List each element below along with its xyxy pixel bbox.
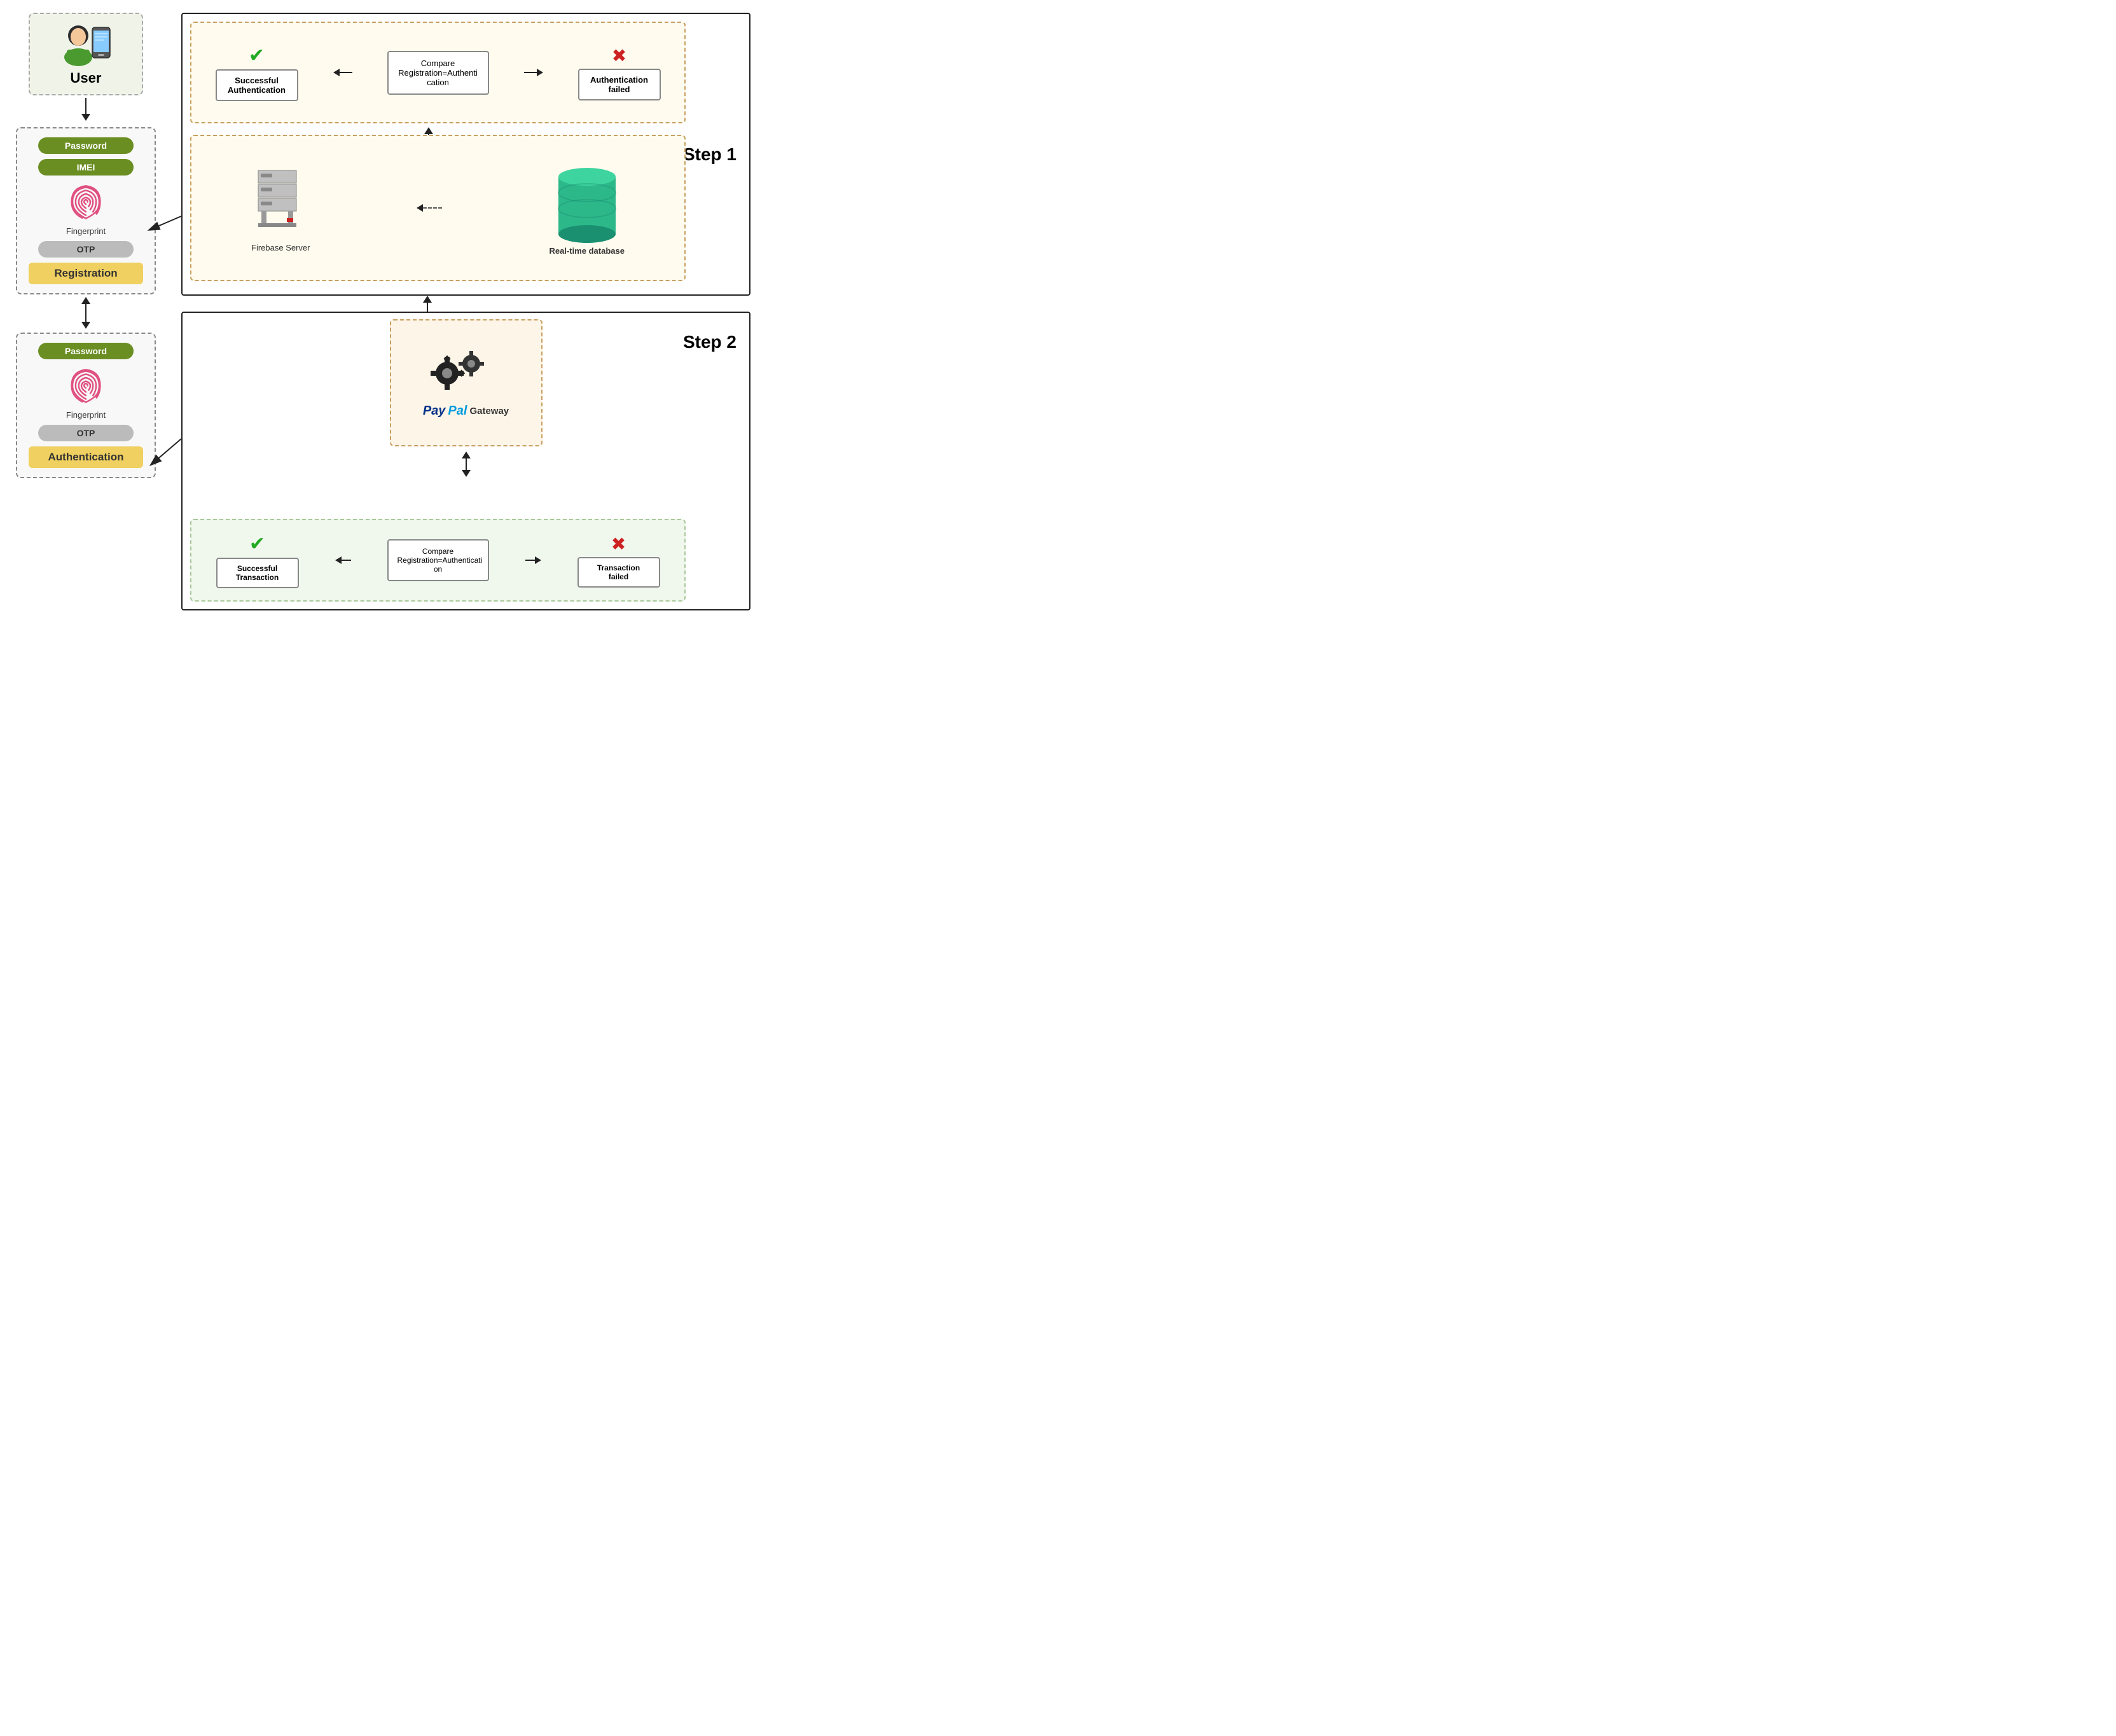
- arrow-head-left: [333, 69, 340, 76]
- step2-compare-row: ✔ Successful Transaction CompareRegistra…: [190, 519, 686, 602]
- step1-compare-rect: CompareRegistration=Authentication: [387, 51, 489, 95]
- step2-failed-text: Transaction failed: [586, 563, 651, 581]
- right-column: Step 1 ✔ SuccessfulAuthentication: [181, 13, 750, 610]
- step1-step2-arrow: [423, 296, 432, 312]
- step2-left-arrow: [335, 556, 351, 564]
- step1-success-text: SuccessfulAuthentication: [225, 76, 289, 95]
- db-wrap: Real-time database: [549, 161, 625, 256]
- left-column: User Password IMEI: [13, 13, 159, 478]
- step1-success-rect: SuccessfulAuthentication: [216, 69, 298, 101]
- arrow-head-right: [537, 69, 543, 76]
- firebase-label: Firebase Server: [251, 243, 310, 252]
- fingerprint-reg: Fingerprint: [64, 181, 108, 236]
- user-to-reg-arrow: [13, 95, 159, 121]
- imei-pill: IMEI: [38, 159, 134, 176]
- arrow-line-r: [524, 72, 537, 73]
- db-arrow-head: [417, 204, 423, 212]
- paypal-box: PayPal Gateway: [390, 319, 543, 446]
- user-label: User: [71, 70, 102, 86]
- step1-failed-box: ✖ Authenticationfailed: [578, 45, 661, 100]
- password-pill-reg: Password: [38, 137, 134, 154]
- step2-box: Step 2: [181, 312, 750, 610]
- s2-arrow-head-left: [335, 556, 342, 564]
- step1-compare-row: ✔ SuccessfulAuthentication CompareRegist…: [190, 22, 686, 123]
- x-icon-step1: ✖: [612, 45, 626, 66]
- step1-failed-text: Authenticationfailed: [587, 75, 652, 94]
- arrow-line: [340, 72, 352, 73]
- fingerprint-icon-auth: [64, 364, 108, 409]
- server-icon: [252, 164, 309, 240]
- paypal-compare-arrow: [462, 451, 471, 477]
- paypal-text: PayPal Gateway: [423, 404, 509, 418]
- diagram-container: User Password IMEI: [0, 0, 763, 623]
- registration-box: Password IMEI Fingerprint: [16, 127, 156, 294]
- paypal-p2: Pal: [448, 404, 467, 418]
- compare-left-arrow: [333, 69, 352, 76]
- fingerprint-icon-reg: [64, 181, 108, 225]
- check-icon-step1: ✔: [249, 45, 265, 67]
- phone-icon: [91, 27, 111, 59]
- user-icon-wrap: [60, 22, 111, 66]
- step1-box: Step 1 ✔ SuccessfulAuthentication: [181, 13, 750, 296]
- otp-pill-auth: OTP: [38, 425, 134, 441]
- step1-compare-text: CompareRegistration=Authentication: [398, 59, 479, 87]
- step2-success-rect: Successful Transaction: [216, 558, 299, 588]
- s2-arrow-line-r: [525, 560, 535, 561]
- paypal-p1: Pay: [423, 404, 446, 418]
- compare-right-arrow: [524, 69, 543, 76]
- step2-success-box: ✔ Successful Transaction: [216, 533, 299, 588]
- step2-right-arrow: [525, 556, 541, 564]
- x-icon-step2: ✖: [611, 534, 626, 555]
- step2-failed-box: ✖ Transaction failed: [577, 534, 660, 588]
- database-icon: [555, 161, 619, 244]
- authentication-label: Authentication: [29, 446, 143, 468]
- gear-icon: [428, 348, 504, 399]
- gateway-label: Gateway: [469, 406, 509, 417]
- fingerprint-auth: Fingerprint: [64, 364, 108, 420]
- s2-arrow-head-right: [535, 556, 541, 564]
- fingerprint-label-reg: Fingerprint: [66, 226, 106, 236]
- step1-label: Step 1: [683, 144, 736, 165]
- otp-pill-reg: OTP: [38, 241, 134, 258]
- step1-failed-rect: Authenticationfailed: [578, 69, 661, 100]
- registration-label: Registration: [29, 263, 143, 284]
- db-arrow-line: [423, 207, 442, 209]
- fingerprint-label-auth: Fingerprint: [66, 410, 106, 420]
- database-label: Real-time database: [549, 246, 625, 256]
- reg-auth-arrow: [80, 297, 92, 329]
- authentication-box: Password Fingerprint OTP Aut: [16, 333, 156, 478]
- s2-arrow-line-l: [342, 560, 351, 561]
- step2-success-text: Successful Transaction: [225, 564, 290, 582]
- step1-success-box: ✔ SuccessfulAuthentication: [216, 45, 298, 101]
- firebase-box: Firebase Server: [190, 135, 686, 281]
- step2-compare-rect: CompareRegistration=Authentication: [387, 539, 489, 581]
- db-server-arrow: [417, 204, 442, 212]
- step2-label: Step 2: [683, 332, 736, 352]
- step2-compare-text: CompareRegistration=Authentication: [398, 547, 479, 574]
- user-box: User: [29, 13, 143, 95]
- step2-failed-rect: Transaction failed: [577, 557, 660, 588]
- server-wrap: Firebase Server: [251, 164, 310, 252]
- password-pill-auth: Password: [38, 343, 134, 359]
- check-icon-step2: ✔: [249, 533, 265, 555]
